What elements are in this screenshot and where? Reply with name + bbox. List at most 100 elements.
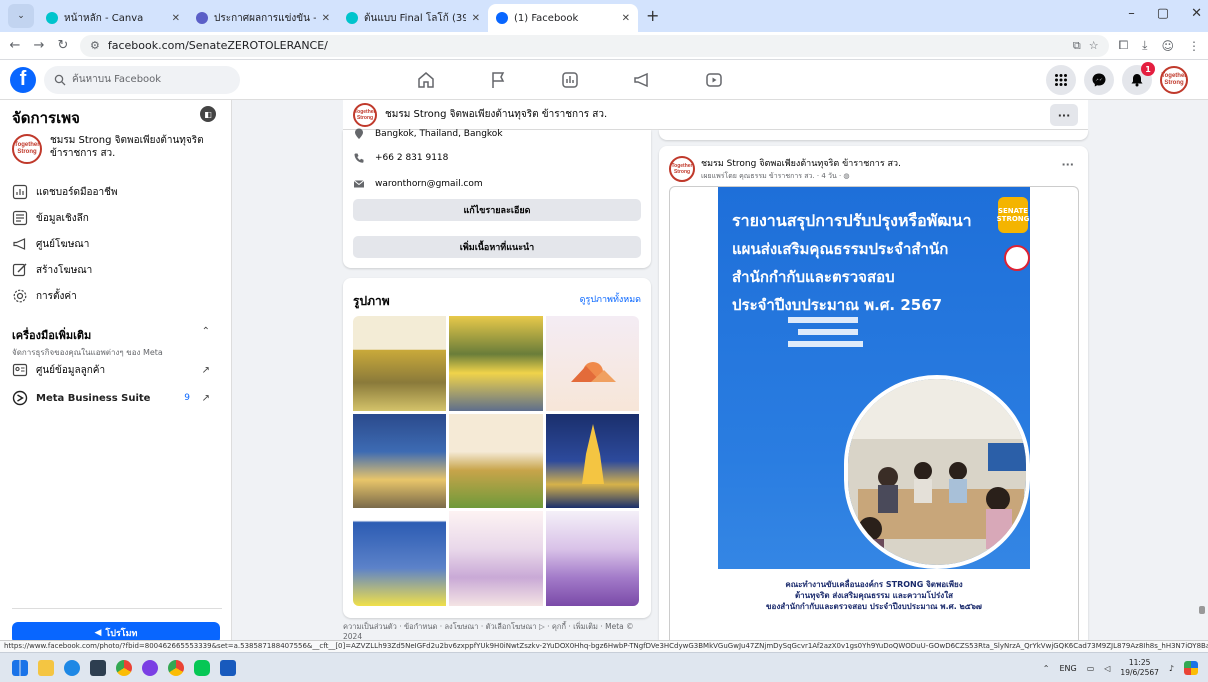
profile-icon[interactable]: ☺: [1161, 39, 1174, 53]
sidebar-item-create-ad[interactable]: สร้างโฆษณา: [12, 262, 222, 278]
close-icon[interactable]: ✕: [322, 13, 330, 24]
photo-thumbnail[interactable]: [449, 511, 543, 606]
photo-thumbnail[interactable]: [545, 413, 639, 509]
browser-tab[interactable]: หน้าหลัก - Canva ✕: [38, 4, 188, 32]
photo-thumbnail[interactable]: [353, 316, 447, 411]
close-icon[interactable]: ✕: [172, 13, 180, 24]
more-tools-section[interactable]: เครื่องมือเพิ่มเติม จัดการธุรกิจของคุณใน…: [12, 326, 222, 359]
add-featured-button[interactable]: เพิ่มเนื้อหาที่แนะนำ: [353, 236, 641, 258]
page-scrollbar[interactable]: [1196, 100, 1208, 640]
word-app-icon[interactable]: [220, 659, 236, 676]
account-avatar[interactable]: Together Strong: [1160, 66, 1188, 94]
sidebar-item-insights[interactable]: ข้อมูลเชิงลึก: [12, 210, 222, 226]
edge-browser-icon[interactable]: [64, 659, 80, 676]
address-bar[interactable]: ⚙ facebook.com/SenateZEROTOLERANCE/ ⧉ ☆: [80, 34, 1109, 57]
post-author-name[interactable]: ชมรม Strong จิตพอเพียงต้านทุจริต ข้าราชก…: [701, 156, 901, 170]
post-options-button[interactable]: ···: [1061, 158, 1074, 171]
edit-details-button[interactable]: แก้ไขรายละเอียด: [353, 199, 641, 221]
video-icon: [704, 70, 724, 90]
see-all-photos-link[interactable]: ดูรูปภาพทั้งหมด: [580, 292, 641, 306]
app-icon[interactable]: [142, 659, 158, 676]
more-tools-title: เครื่องมือเพิ่มเติม: [12, 329, 92, 342]
photo-thumbnail[interactable]: [353, 511, 447, 606]
close-icon[interactable]: ✕: [622, 13, 630, 24]
colorful-app-icon[interactable]: [1184, 661, 1198, 675]
tab-search-button[interactable]: ⌄: [8, 4, 34, 28]
monitor-icon[interactable]: ▭: [1087, 664, 1095, 673]
chevron-up-icon[interactable]: ⌃: [1043, 664, 1050, 673]
language-indicator[interactable]: ENG: [1059, 664, 1076, 673]
collapse-sidebar-button[interactable]: ◧: [200, 106, 216, 122]
post-author-avatar[interactable]: Together Strong: [669, 156, 695, 182]
line-app-icon[interactable]: [194, 659, 210, 676]
post-header: Together Strong ชมรม Strong จิตพอเพียงต้…: [669, 156, 901, 182]
search-placeholder: ค้นหาบน Facebook: [72, 74, 162, 85]
extensions-icon[interactable]: ⧠: [1119, 38, 1129, 53]
nav-video[interactable]: [678, 60, 750, 100]
scrollbar-thumb[interactable]: [1199, 606, 1205, 614]
sidebar-page-switcher[interactable]: Together Strong ชมรม Strong จิตพอเพียงต้…: [12, 134, 222, 164]
search-input[interactable]: ค้นหาบน Facebook: [44, 65, 240, 94]
sidebar-item-business-suite[interactable]: Meta Business Suite 9 ↗: [12, 390, 222, 406]
menu-button[interactable]: [1046, 65, 1076, 95]
sidebar-item-dashboard[interactable]: แดชบอร์ดมืออาชีพ: [12, 184, 222, 200]
speaker-icon[interactable]: ◁: [1104, 664, 1110, 673]
messenger-button[interactable]: [1084, 65, 1114, 95]
photo-thumbnail[interactable]: [545, 511, 639, 606]
screenshot-icon[interactable]: ⧉: [1073, 39, 1081, 53]
minimize-icon[interactable]: –: [1128, 6, 1135, 21]
url-text: facebook.com/SenateZEROTOLERANCE/: [107, 39, 328, 52]
decorative-white-bars-icon: [788, 317, 868, 357]
photo-thumbnail[interactable]: [545, 316, 639, 411]
file-explorer-icon[interactable]: [38, 659, 54, 676]
photo-thumbnail[interactable]: [449, 413, 543, 509]
bell-icon[interactable]: ♪: [1169, 664, 1174, 673]
grid-menu-icon: [1054, 73, 1068, 87]
windows-start-icon[interactable]: [12, 659, 28, 676]
browser-tab[interactable]: ต้นแบบ Final โลโก้ (390 x 24 ✕: [338, 4, 488, 32]
restore-icon[interactable]: ▢: [1157, 6, 1169, 21]
notifications-button[interactable]: 1: [1122, 62, 1155, 95]
taskbar-clock[interactable]: 11:25 19/6/2567: [1120, 658, 1158, 678]
bookmark-star-icon[interactable]: ☆: [1089, 39, 1099, 52]
nav-pages[interactable]: [462, 60, 534, 100]
menu-icon[interactable]: ⋮: [1188, 39, 1200, 53]
nav-home[interactable]: [390, 60, 462, 100]
chrome-profile-icon[interactable]: [168, 659, 184, 676]
sidebar-item-customer-center[interactable]: ศูนย์ข้อมูลลูกค้า ↗: [12, 362, 222, 378]
site-info-icon[interactable]: ⚙: [90, 39, 100, 52]
nav-ads[interactable]: [606, 60, 678, 100]
photo-thumbnail[interactable]: [449, 316, 543, 411]
sidebar-item-settings[interactable]: การตั้งค่า: [12, 288, 222, 304]
canva-favicon-icon: [346, 12, 358, 24]
sidebar-item-label: สร้างโฆษณา: [36, 264, 93, 276]
sidebar-item-ad-center[interactable]: ศูนย์โฆษณา: [12, 236, 222, 252]
browser-tab[interactable]: ประกาศผลการแข่งขัน - โปสเตอร์ ✕: [188, 4, 338, 32]
more-options-button[interactable]: ···: [1050, 104, 1078, 126]
page-title: ชมรม Strong จิตพอเพียงต้านทุจริต ข้าราชก…: [385, 109, 608, 120]
close-window-icon[interactable]: ✕: [1191, 6, 1202, 21]
forward-icon[interactable]: →: [32, 38, 46, 53]
download-icon[interactable]: ⤓: [1142, 38, 1147, 53]
reload-icon[interactable]: ↻: [56, 38, 70, 53]
page-avatar[interactable]: Together Strong: [353, 102, 377, 127]
nav-dashboard[interactable]: [534, 60, 606, 100]
megaphone-icon: [632, 70, 652, 90]
footer-links[interactable]: ความเป็นส่วนตัว · ข้อกำหนด · ลงโฆษณา · ต…: [343, 622, 651, 642]
chrome-browser-icon[interactable]: [116, 659, 132, 676]
poster: รายงานสรุปการปรับปรุงหรือพัฒนา แผนส่งเสร…: [718, 187, 1030, 640]
new-tab-button[interactable]: +: [646, 6, 659, 25]
poster-caption: คณะทำงานขับเคลื่อนองค์กร STRONG จิตพอเพี…: [718, 569, 1030, 640]
sidebar-item-label: ศูนย์โฆษณา: [36, 238, 90, 250]
chevron-up-icon[interactable]: ⌃: [202, 326, 210, 337]
facebook-logo[interactable]: f: [10, 66, 36, 93]
photo-thumbnail[interactable]: [353, 413, 447, 509]
gear-icon: [12, 288, 28, 304]
back-icon[interactable]: ←: [8, 38, 22, 53]
post-image[interactable]: รายงานสรุปการปรับปรุงหรือพัฒนา แผนส่งเสร…: [669, 186, 1079, 640]
page-avatar-logo-text: Together Strong: [14, 142, 40, 155]
external-link-icon: ↗: [201, 392, 210, 404]
calculator-icon[interactable]: [90, 659, 106, 676]
close-icon[interactable]: ✕: [472, 13, 480, 24]
browser-tab-active[interactable]: (1) Facebook ✕: [488, 4, 638, 32]
